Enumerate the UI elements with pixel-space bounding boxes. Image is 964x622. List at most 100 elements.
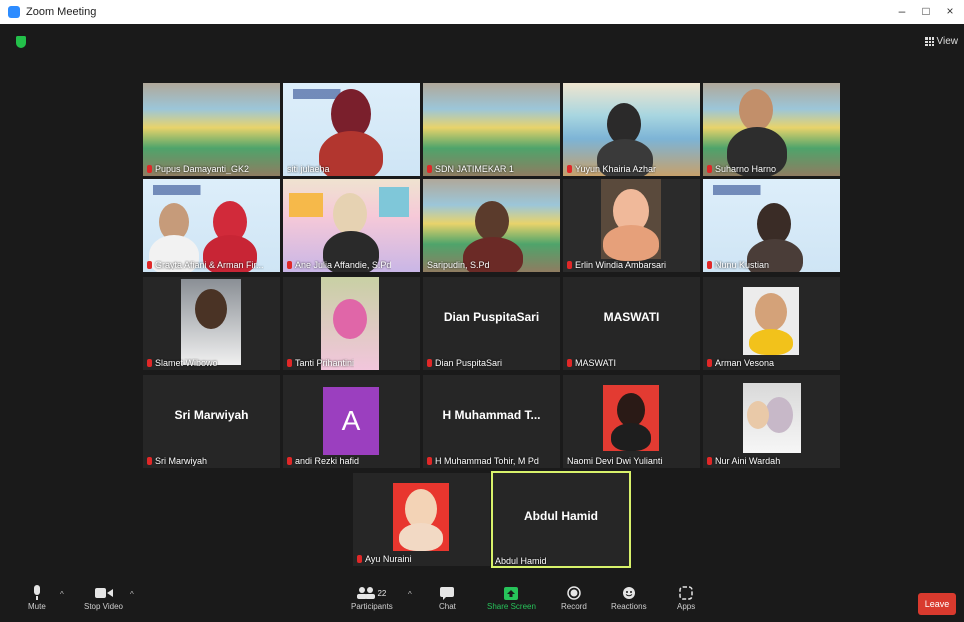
- participant-video: [743, 287, 799, 355]
- participant-display-name: Dian PuspitaSari: [443, 310, 540, 324]
- participant-video: [703, 179, 840, 272]
- window-title: Zoom Meeting: [26, 6, 97, 18]
- apps-label: Apps: [677, 602, 696, 611]
- video-tile[interactable]: SDN JATIMEKAR 1: [423, 83, 560, 176]
- participant-video: [283, 179, 420, 272]
- maximize-button[interactable]: □: [916, 4, 936, 18]
- participants-options-chevron-icon[interactable]: ^: [408, 590, 412, 599]
- record-icon: [567, 584, 581, 602]
- muted-mic-icon: [427, 359, 432, 367]
- video-tile[interactable]: Ayu Nuraini: [353, 473, 490, 566]
- participant-name: Nur Aini Wardah: [715, 456, 781, 466]
- record-label: Record: [561, 602, 587, 611]
- view-button[interactable]: View: [924, 36, 959, 47]
- chat-button[interactable]: Chat: [439, 584, 456, 611]
- participant-name: Dian PuspitaSari: [435, 358, 503, 368]
- record-button[interactable]: Record: [561, 584, 587, 611]
- chat-bubble-icon: [440, 584, 455, 602]
- active-speaker-tile[interactable]: Abdul Hamid Abdul Hamid: [491, 471, 631, 568]
- video-tile[interactable]: Sri Marwiyah Sri Marwiyah: [143, 375, 280, 468]
- video-options-chevron-icon[interactable]: ^: [130, 590, 134, 599]
- video-tile[interactable]: Dian PuspitaSari Dian PuspitaSari: [423, 277, 560, 370]
- audio-options-chevron-icon[interactable]: ^: [60, 590, 64, 599]
- video-tile[interactable]: Ane Julia Affandie, S.Pd: [283, 179, 420, 272]
- participant-video: [143, 83, 280, 176]
- video-tile[interactable]: Naomi Devi Dwi Yulianti: [563, 375, 700, 468]
- muted-mic-icon: [147, 359, 152, 367]
- leave-button[interactable]: Leave: [918, 593, 956, 615]
- participant-video: [603, 385, 659, 451]
- chat-label: Chat: [439, 602, 456, 611]
- video-tile[interactable]: siti julaeha: [283, 83, 420, 176]
- participant-video: [143, 179, 280, 272]
- participant-name: Suharno Harno: [715, 164, 777, 174]
- video-tile[interactable]: Grayta Afiani & Arman Fir...: [143, 179, 280, 272]
- video-tile[interactable]: Pupus Damayanti_GK2: [143, 83, 280, 176]
- muted-mic-icon: [707, 457, 712, 465]
- video-tile[interactable]: Nur Aini Wardah: [703, 375, 840, 468]
- video-tile[interactable]: Erlin Windia Ambarsari: [563, 179, 700, 272]
- participant-video: [743, 383, 801, 453]
- participants-count: 22: [377, 588, 387, 598]
- muted-mic-icon: [147, 165, 152, 173]
- video-tile[interactable]: Yuyun Khairia Azhar: [563, 83, 700, 176]
- muted-mic-icon: [707, 359, 712, 367]
- muted-mic-icon: [287, 457, 292, 465]
- participant-name: Ane Julia Affandie, S.Pd: [295, 260, 392, 270]
- participants-button[interactable]: 22 Participants: [351, 584, 393, 611]
- video-tile[interactable]: Nunu Kustian: [703, 179, 840, 272]
- zoom-logo-icon: [8, 6, 20, 18]
- muted-mic-icon: [287, 261, 292, 269]
- encryption-shield-icon[interactable]: [16, 36, 26, 48]
- participant-name: Nunu Kustian: [715, 260, 770, 270]
- video-tile[interactable]: H Muhammad T... H Muhammad Tohir, M Pd: [423, 375, 560, 468]
- reactions-label: Reactions: [611, 602, 647, 611]
- meeting-toolbar: Mute ^ Stop Video ^ 22 Participants ^ Ch…: [0, 580, 964, 622]
- participant-video: [321, 277, 379, 370]
- participant-video: [703, 83, 840, 176]
- participant-video: [423, 83, 560, 176]
- muted-mic-icon: [567, 359, 572, 367]
- participant-name: Tanti Prihantini: [295, 358, 355, 368]
- video-tile[interactable]: Tanti Prihantini: [283, 277, 420, 370]
- share-screen-button[interactable]: Share Screen: [487, 584, 536, 611]
- participant-video: [283, 83, 420, 176]
- muted-mic-icon: [567, 261, 572, 269]
- participant-name: Yuyun Khairia Azhar: [575, 164, 657, 174]
- participant-name: Erlin Windia Ambarsari: [575, 260, 667, 270]
- share-screen-label: Share Screen: [487, 602, 536, 611]
- video-tile[interactable]: Arman Vesona: [703, 277, 840, 370]
- participant-video: [393, 483, 449, 551]
- video-tile[interactable]: Suharno Harno: [703, 83, 840, 176]
- minimize-button[interactable]: –: [892, 4, 912, 18]
- smiley-icon: [622, 584, 636, 602]
- close-button[interactable]: ×: [940, 4, 960, 18]
- apps-icon: [679, 584, 693, 602]
- participant-name: Arman Vesona: [715, 358, 775, 368]
- participant-name: Saripudin, S.Pd: [427, 260, 490, 270]
- muted-mic-icon: [707, 261, 712, 269]
- participant-name: Abdul Hamid: [495, 556, 547, 566]
- participant-name: H Muhammad Tohir, M Pd: [435, 456, 539, 466]
- stop-video-label: Stop Video: [84, 602, 123, 611]
- microphone-icon: [32, 584, 42, 602]
- video-tile[interactable]: A andi Rezki hafid: [283, 375, 420, 468]
- muted-mic-icon: [427, 457, 432, 465]
- muted-mic-icon: [147, 457, 152, 465]
- video-tile[interactable]: Saripudin, S.Pd: [423, 179, 560, 272]
- reactions-button[interactable]: Reactions: [611, 584, 647, 611]
- stop-video-button[interactable]: Stop Video: [84, 584, 123, 611]
- video-tile[interactable]: MASWATI MASWATI: [563, 277, 700, 370]
- participant-name: Pupus Damayanti_GK2: [155, 164, 250, 174]
- participant-name: Slamet Wibowo: [155, 358, 218, 368]
- video-tile[interactable]: Slamet Wibowo: [143, 277, 280, 370]
- participant-display-name: MASWATI: [603, 310, 660, 324]
- video-camera-icon: [94, 584, 113, 602]
- participant-name: Sri Marwiyah: [155, 456, 208, 466]
- participant-name: siti julaeha: [287, 164, 330, 174]
- view-label: View: [936, 36, 959, 47]
- muted-mic-icon: [567, 165, 572, 173]
- participants-label: Participants: [351, 602, 393, 611]
- mute-button[interactable]: Mute: [28, 584, 46, 611]
- apps-button[interactable]: Apps: [677, 584, 695, 611]
